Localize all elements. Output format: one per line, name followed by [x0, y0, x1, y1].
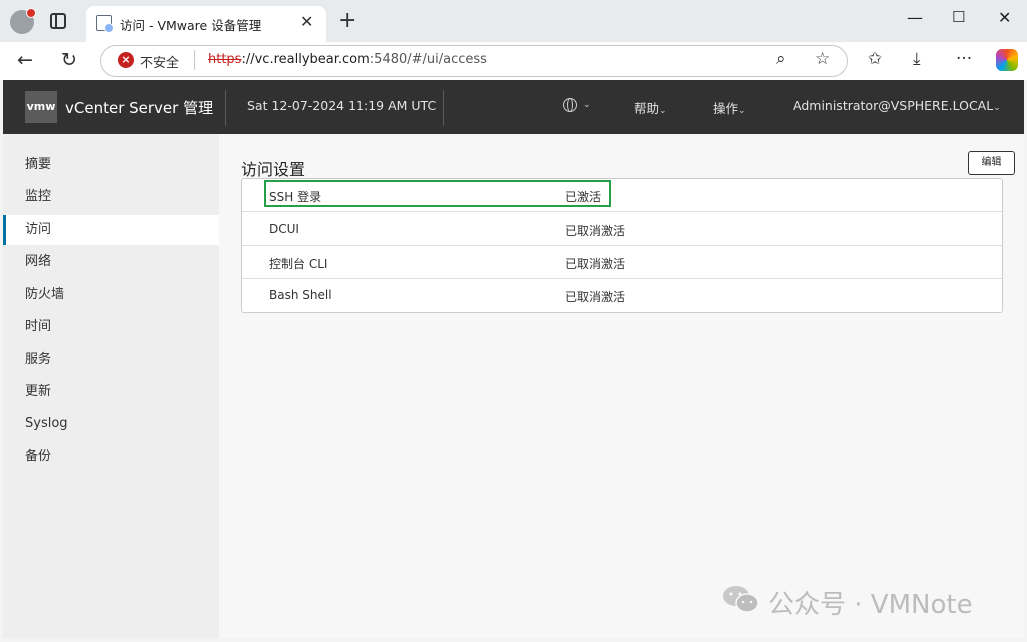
url-protocol: https	[208, 52, 242, 67]
sidebar-item-networking[interactable]: 网络	[3, 247, 219, 277]
zoom-icon[interactable]: ⌕	[776, 49, 786, 69]
sidebar-item-firewall[interactable]: 防火墙	[3, 280, 219, 310]
setting-name: DCUI	[269, 222, 299, 236]
url-path: :5480/#/ui/access	[369, 52, 487, 67]
security-label[interactable]: 不安全	[140, 52, 179, 71]
setting-name: 控制台 CLI	[269, 257, 328, 271]
sidebar-item-time[interactable]: 时间	[3, 312, 219, 342]
app-title: vCenter Server 管理	[65, 99, 214, 117]
ssh-highlight-box	[264, 180, 611, 207]
maximize-icon[interactable]: ☐	[952, 8, 965, 26]
refresh-icon[interactable]: ↻	[61, 49, 77, 71]
new-tab-icon[interactable]: +	[338, 8, 356, 33]
sidebar-item-backup[interactable]: 备份	[3, 442, 219, 472]
setting-name: Bash Shell	[269, 288, 332, 302]
sidebar-item-summary[interactable]: 摘要	[3, 150, 219, 180]
language-globe-icon[interactable]	[563, 98, 577, 112]
chevron-down-icon: ⌄	[659, 106, 667, 116]
header-divider	[443, 90, 444, 126]
help-menu[interactable]: 帮助⌄	[634, 98, 667, 117]
profile-avatar[interactable]	[10, 8, 36, 34]
address-separator	[194, 50, 195, 70]
chevron-down-icon: ⌄	[738, 106, 746, 116]
favorite-star-icon[interactable]: ☆	[815, 49, 830, 69]
sidebar-item-syslog[interactable]: Syslog	[3, 409, 219, 439]
favorites-icon[interactable]: ✩	[868, 49, 882, 69]
sidebar-item-monitor[interactable]: 监控	[3, 182, 219, 212]
chevron-down-icon[interactable]: ⌄	[583, 100, 591, 110]
page-title: 访问设置	[241, 160, 306, 179]
app-header: vmw vCenter Server 管理 Sat 12-07-2024 11:…	[3, 80, 1024, 134]
table-row: DCUI 已取消激活	[242, 213, 1002, 246]
tab-actions-icon[interactable]	[50, 13, 66, 29]
url-host: ://vc.reallybear.com	[241, 52, 370, 67]
browser-tab[interactable]: 访问 - VMware 设备管理 ✕	[86, 6, 326, 42]
edit-button[interactable]: 编辑	[968, 151, 1015, 175]
chevron-down-icon: ⌄	[993, 103, 1001, 113]
setting-status: 已取消激活	[565, 257, 626, 271]
vmware-logo: vmw	[25, 91, 57, 123]
tab-title: 访问 - VMware 设备管理	[120, 18, 262, 33]
tab-favicon-icon	[96, 15, 114, 33]
not-secure-icon[interactable]: ×	[118, 52, 134, 68]
copilot-icon[interactable]	[996, 49, 1018, 71]
setting-status: 已取消激活	[565, 290, 626, 304]
sidebar-item-update[interactable]: 更新	[3, 377, 219, 407]
browser-window: 访问 - VMware 设备管理 ✕ + — ☐ ✕ ← ↻ × 不安全 htt…	[0, 0, 1027, 642]
actions-menu[interactable]: 操作⌄	[713, 98, 746, 117]
setting-status: 已取消激活	[565, 224, 626, 238]
header-divider	[225, 90, 226, 126]
downloads-icon[interactable]: ⤓	[913, 49, 921, 69]
minimize-icon[interactable]: —	[907, 8, 923, 27]
table-row: Bash Shell 已取消激活	[242, 279, 1002, 312]
table-row: 控制台 CLI 已取消激活	[242, 246, 1002, 279]
window-close-icon[interactable]: ✕	[998, 8, 1011, 27]
actions-label: 操作	[713, 101, 739, 116]
tab-strip: 访问 - VMware 设备管理 ✕ + — ☐ ✕	[0, 0, 1027, 42]
watermark-text: 公众号 · VMNote	[768, 590, 973, 620]
more-menu-icon[interactable]: ···	[956, 49, 972, 69]
user-label: Administrator@VSPHERE.LOCAL	[793, 98, 994, 113]
sidebar: 摘要 监控 访问 网络 防火墙 时间 服务 更新 Syslog 备份	[3, 134, 219, 638]
sidebar-item-services[interactable]: 服务	[3, 345, 219, 375]
url-text[interactable]: https://vc.reallybear.com:5480/#/ui/acce…	[208, 52, 487, 67]
back-icon[interactable]: ←	[17, 49, 33, 71]
help-label: 帮助	[634, 101, 660, 116]
user-menu[interactable]: Administrator@VSPHERE.LOCAL⌄	[793, 98, 1001, 113]
sidebar-item-access[interactable]: 访问	[3, 215, 219, 245]
datetime: Sat 12-07-2024 11:19 AM UTC	[247, 98, 437, 113]
tab-close-icon[interactable]: ✕	[300, 12, 313, 31]
wechat-icon	[723, 586, 759, 613]
